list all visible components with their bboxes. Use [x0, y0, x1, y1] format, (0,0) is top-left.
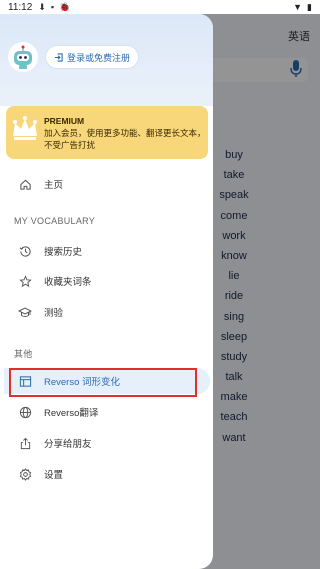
robot-avatar-icon: [14, 45, 32, 69]
menu-label-quiz: 测验: [44, 308, 64, 319]
premium-description: 加入会员，使用更多功能、翻译更长文本，不受广告打扰: [44, 128, 206, 150]
login-icon: [54, 52, 63, 62]
star-icon: [18, 274, 32, 288]
section-other: 其他: [14, 349, 33, 359]
status-time: 11:12: [8, 1, 33, 13]
status-bar: 11:12 ⬇ ▪ 🐞 ▼ ▮: [0, 0, 320, 14]
menu-item-settings[interactable]: 设置: [0, 463, 213, 485]
graduation-cap-icon: [18, 305, 32, 319]
menu-item-share[interactable]: 分享给朋友: [0, 432, 213, 454]
wifi-icon: ▼: [293, 2, 303, 12]
bug-icon: 🐞: [59, 1, 71, 12]
download-icon: ⬇: [38, 1, 46, 12]
premium-title: PREMIUM: [44, 116, 85, 126]
menu-label-favorites: 收藏夹词条: [44, 277, 92, 288]
home-icon: [18, 177, 32, 191]
premium-banner[interactable]: PREMIUM 加入会员，使用更多功能、翻译更长文本，不受广告打扰: [6, 106, 208, 159]
menu-label-home: 主页: [44, 180, 64, 191]
menu-item-translation[interactable]: Reverso翻译: [0, 401, 213, 423]
menu-item-home[interactable]: 主页: [0, 173, 213, 195]
menu-item-quiz[interactable]: 测验: [0, 301, 213, 323]
crown-icon: [13, 116, 37, 140]
menu-label-settings: 设置: [44, 470, 64, 481]
menu-item-search-history[interactable]: 搜索历史: [0, 240, 213, 262]
section-my-vocabulary: MY VOCABULARY: [14, 216, 96, 226]
selection-outline: [9, 368, 197, 397]
navigation-drawer: 登录或免费注册 PREMIUM 加入会员，使用更多功能、翻译更长文本，不受广告打…: [0, 14, 213, 569]
menu-label-share: 分享给朋友: [44, 439, 92, 450]
globe-icon: [18, 405, 32, 419]
history-icon: [18, 244, 32, 258]
login-register-button[interactable]: 登录或免费注册: [46, 46, 139, 68]
battery-icon: ▮: [307, 1, 312, 12]
menu-label-search-history: 搜索历史: [44, 247, 83, 258]
avatar[interactable]: [8, 42, 38, 72]
menu-label-translation: Reverso翻译: [44, 408, 99, 419]
login-label: 登录或免费注册: [67, 52, 131, 63]
share-icon: [18, 436, 32, 450]
gear-icon: [18, 467, 32, 481]
square-icon: ▪: [50, 2, 55, 12]
menu-item-favorites[interactable]: 收藏夹词条: [0, 270, 213, 292]
